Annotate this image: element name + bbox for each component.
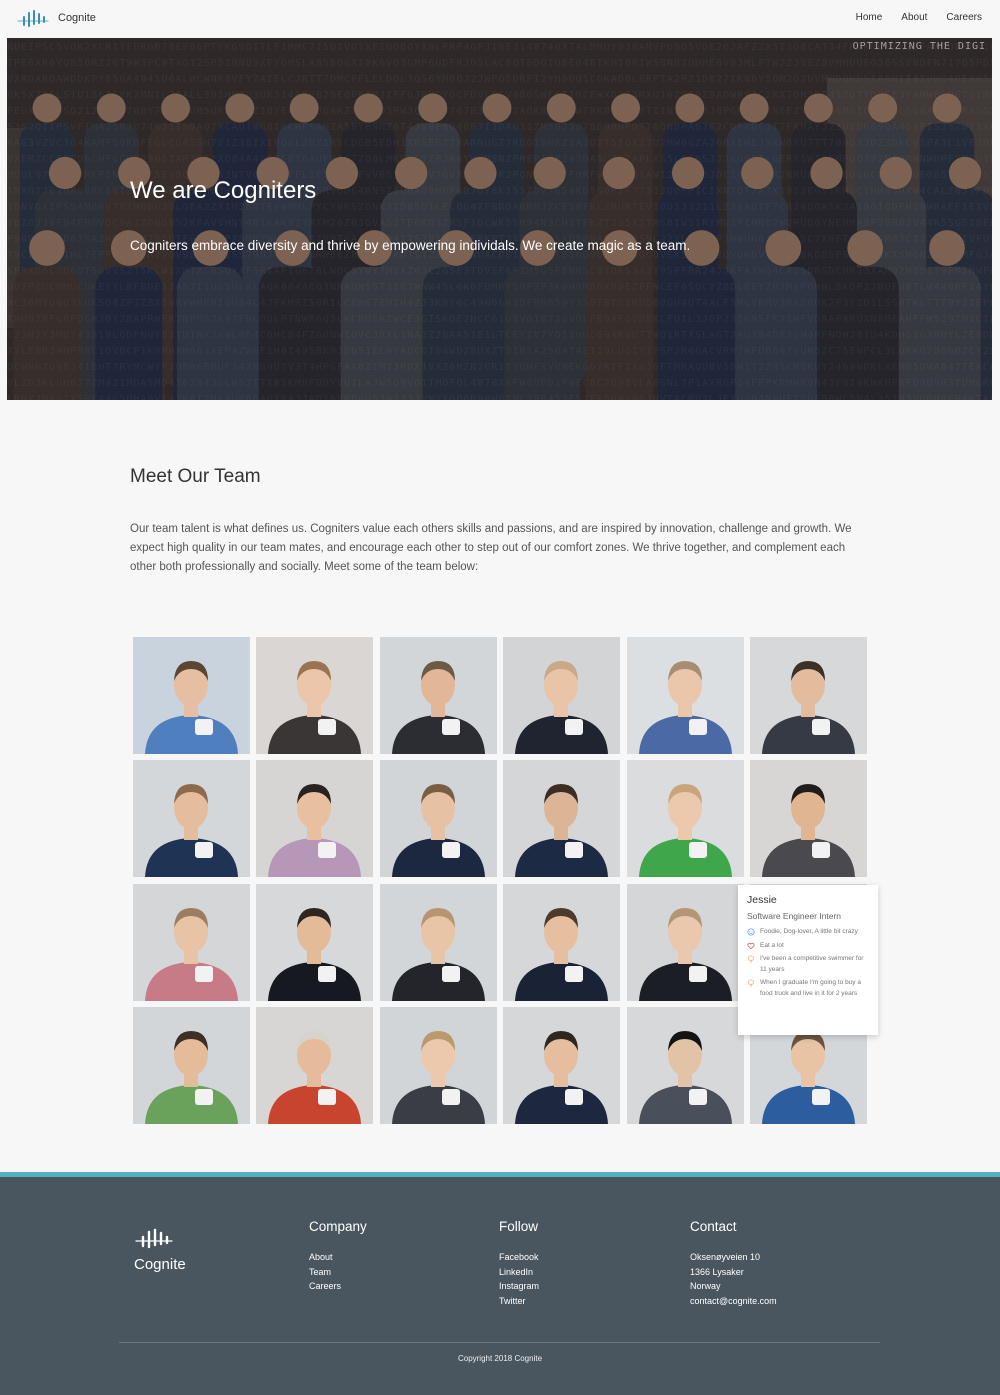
team-member-photo[interactable] [379,1007,497,1125]
footer-link-team[interactable]: Team [309,1265,367,1280]
footer-logo-text: Cognite [134,1256,186,1273]
heart-icon [747,942,755,949]
hero-title: We are Cogniters [130,177,317,204]
member-fact: When I graduate I'm going to buy a food … [747,978,869,999]
portrait-image [379,1007,497,1125]
portrait-image [379,760,497,878]
portrait-image [256,637,374,754]
address-street: Oksenøyveien 10 [690,1252,761,1262]
member-fact-text: I've been a competitive swimmer for 11 y… [760,955,864,973]
address-postal: 1366 Lysaker [690,1266,744,1277]
logo-text: Cognite [58,12,96,24]
portrait-image [750,760,867,878]
address-country: Norway [690,1281,721,1292]
footer-link-careers[interactable]: Careers [309,1279,367,1294]
footer-column-follow: Follow Facebook LinkedIn Instagram Twitt… [499,1219,539,1308]
portrait-image [626,1007,744,1125]
team-description: Our team talent is what defines us. Cogn… [130,523,852,573]
member-fact-text: Eat a lot [760,941,784,949]
team-member-photo[interactable] [133,1007,250,1125]
portrait-image [256,1007,374,1125]
team-member-photo[interactable] [256,760,374,878]
hero-dim-overlay [7,38,992,400]
team-member-photo[interactable] [503,883,621,1001]
team-member-photo[interactable] [379,760,497,878]
site-footer: Cognite Company About Team Careers Follo… [0,1177,1000,1395]
footer-link-facebook[interactable]: Facebook [499,1250,539,1265]
member-fact: Foodie, Dog-lover, A little bit crazy [747,927,869,938]
team-member-photo[interactable] [750,637,867,754]
footer-column-company: Company About Team Careers [309,1219,367,1294]
footer-link-linkedin[interactable]: LinkedIn [499,1265,539,1280]
member-facts: Foodie, Dog-lover, A little bit crazy Ea… [747,927,869,999]
top-navigation-bar: Cognite Home About Careers [0,0,1000,38]
team-member-photo[interactable] [256,1007,374,1125]
team-member-photo[interactable] [133,760,250,878]
footer-divider [119,1342,880,1343]
cognite-logo-icon [135,1228,173,1249]
footer-link-twitter[interactable]: Twitter [499,1294,539,1309]
team-member-photo[interactable] [503,637,621,754]
hero-banner: RUEIPSC5VOK2XCRIYFURGB78EP8GPTYKG9QITLF1… [7,38,992,400]
nav-about-link[interactable]: About [901,12,927,23]
footer-column-title: Follow [499,1219,539,1234]
smile-icon [747,928,755,936]
bulb-icon [748,955,754,963]
team-member-photo[interactable] [379,883,497,1001]
team-member-photo[interactable] [256,883,374,1001]
member-fact: Eat a lot [747,941,869,952]
footer-column-contact: Contact Oksenøyveien 10 1366 Lysaker Nor… [690,1219,777,1308]
portrait-image [133,637,250,754]
team-section-title: Meet Our Team [130,466,261,487]
nav-careers-link[interactable]: Careers [946,12,982,23]
cognite-logo-icon [17,10,49,27]
portrait-image [626,760,744,878]
member-fact: I've been a competitive swimmer for 11 y… [747,954,869,975]
footer-column-title: Contact [690,1219,737,1234]
portrait-image [626,637,744,754]
portrait-image [626,883,744,1001]
team-member-photo[interactable] [503,760,621,878]
team-member-photo[interactable] [133,637,250,754]
team-member-photo[interactable] [626,760,744,878]
nav-home-link[interactable]: Home [856,12,883,23]
footer-link-about[interactable]: About [309,1250,367,1265]
portrait-image [379,883,497,1001]
portrait-image [503,637,621,754]
cognite-logo[interactable]: Cognite [16,8,96,28]
bulb-icon [748,979,754,987]
team-member-photo[interactable] [256,637,374,754]
team-member-card: Jessie Software Engineer Intern Foodie, … [738,885,878,1035]
portrait-image [133,883,250,1001]
hero-subtitle: Cogniters embrace diversity and thrive b… [130,238,691,253]
team-member-photo[interactable] [133,883,250,1001]
portrait-image [133,760,250,878]
contact-email-link[interactable]: contact@cognite.com [690,1294,777,1309]
portrait-image [503,1007,621,1125]
portrait-image [133,1007,250,1125]
portrait-image [379,637,497,754]
team-member-photo[interactable] [626,1007,744,1125]
main-nav: Home About Careers [856,12,982,23]
portrait-image [256,760,374,878]
copyright-text: Copyright 2018 Cognite [457,1354,543,1363]
footer-link-instagram[interactable]: Instagram [499,1279,539,1294]
footer-column-title: Company [309,1219,367,1234]
team-member-photo[interactable] [750,760,867,878]
member-fact-text: Foodie, Dog-lover, A little bit crazy [760,928,858,935]
team-member-photo[interactable] [503,1007,621,1125]
portrait-image [750,637,867,754]
member-role: Software Engineer Intern [747,911,842,921]
team-member-photo[interactable] [626,637,744,754]
footer-logo[interactable]: Cognite [134,1227,194,1273]
member-fact-text: When I graduate I'm going to buy a food … [760,979,861,997]
team-member-photo[interactable] [626,883,744,1001]
portrait-image [503,760,621,878]
hero-corner-text: OPTIMIZING THE DIGI [852,41,986,52]
portrait-image [503,883,621,1001]
member-name: Jessie [747,894,777,906]
portrait-image [256,883,374,1001]
team-member-photo[interactable] [379,637,497,754]
